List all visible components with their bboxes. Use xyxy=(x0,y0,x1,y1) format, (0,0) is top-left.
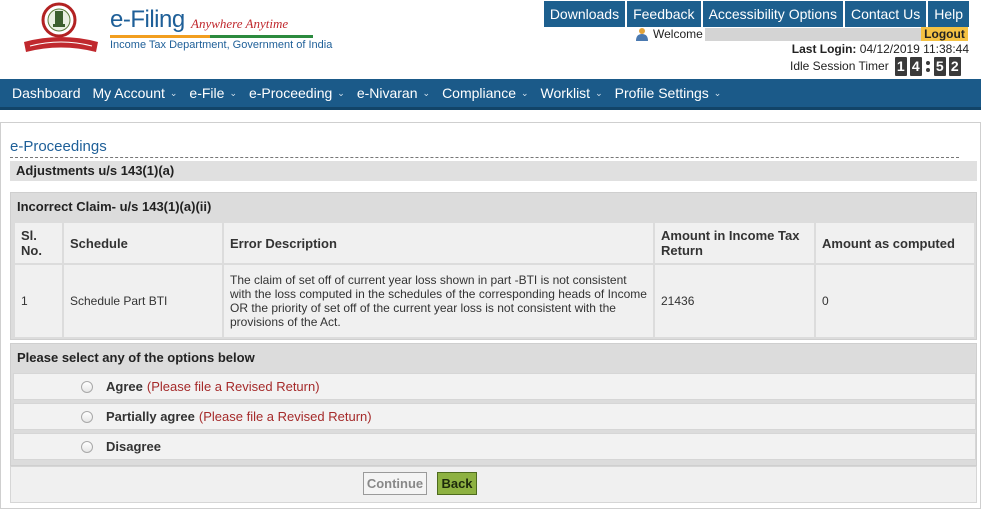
table-header-row: Sl. No. Schedule Error Description Amoun… xyxy=(15,223,974,263)
main-nav: Dashboard My Account ⌄ e-File ⌄ e-Proceedi… xyxy=(0,79,981,110)
column-header-sl-no: Sl. No. xyxy=(15,223,62,263)
incorrect-claim-panel: Incorrect Claim- u/s 143(1)(a)(ii) Sl. N… xyxy=(10,192,977,340)
idle-session-timer: Idle Session Timer 1 4 5 2 xyxy=(790,56,961,76)
brand-underline xyxy=(110,35,313,38)
partially-agree-radio[interactable] xyxy=(81,410,93,423)
timer-digits: 1 4 5 2 xyxy=(894,56,961,76)
back-button[interactable]: Back xyxy=(437,472,477,495)
welcome-row: Welcome xyxy=(635,27,921,41)
nav-label: e-File xyxy=(189,85,225,101)
nav-label: My Account xyxy=(92,85,165,101)
option-partially-agree[interactable]: Partially agree (Please file a Revised R… xyxy=(13,403,976,430)
nav-compliance[interactable]: Compliance ⌄ xyxy=(436,78,534,109)
nav-label: Profile Settings xyxy=(614,85,709,101)
nav-e-proceeding[interactable]: e-Proceeding ⌄ xyxy=(243,78,351,109)
last-login: Last Login: 04/12/2019 11:38:44 xyxy=(792,42,969,56)
chevron-down-icon: ⌄ xyxy=(595,87,603,98)
chevron-down-icon: ⌄ xyxy=(422,87,431,98)
section-title: Adjustments u/s 143(1)(a) xyxy=(10,161,977,181)
timer-digit: 5 xyxy=(933,56,946,76)
cell-schedule: Schedule Part BTI xyxy=(64,265,222,337)
last-login-value: 04/12/2019 11:38:44 xyxy=(859,42,969,56)
column-header-error-description: Error Description xyxy=(224,223,653,263)
page-content: e-Proceedings Adjustments u/s 143(1)(a) … xyxy=(0,122,981,509)
accessibility-options-link[interactable]: Accessibility Options xyxy=(702,1,843,27)
chevron-down-icon: ⌄ xyxy=(169,87,178,98)
brand-title: e-Filing xyxy=(110,6,185,33)
nav-my-account[interactable]: My Account ⌄ xyxy=(87,78,184,109)
chevron-down-icon: ⌄ xyxy=(229,87,237,98)
site-header: e-Filing Anywhere Anytime Income Tax Dep… xyxy=(0,0,981,79)
timer-digit: 4 xyxy=(909,56,922,76)
column-header-amount-computed: Amount as computed xyxy=(816,223,974,263)
column-header-schedule: Schedule xyxy=(64,223,222,263)
chevron-down-icon: ⌄ xyxy=(337,87,345,98)
income-tax-department-emblem-icon[interactable] xyxy=(20,2,102,58)
welcome-label: Welcome xyxy=(653,27,703,41)
cell-amount-computed: 0 xyxy=(816,265,974,337)
nav-label: Worklist xyxy=(540,85,591,101)
claim-title: Incorrect Claim- u/s 143(1)(a)(ii) xyxy=(17,199,212,214)
column-header-amount-itr: Amount in Income Tax Return xyxy=(655,223,814,263)
nav-profile-settings[interactable]: Profile Settings ⌄ xyxy=(609,78,728,109)
table-row: 1 Schedule Part BTI The claim of set off… xyxy=(15,265,974,337)
logout-button[interactable]: Logout xyxy=(921,27,968,41)
response-options-panel: Please select any of the options below A… xyxy=(10,343,977,466)
nav-dashboard[interactable]: Dashboard xyxy=(6,78,87,109)
nav-label: e-Proceeding xyxy=(248,85,333,101)
option-note: (Please file a Revised Return) xyxy=(198,409,372,424)
chevron-down-icon: ⌄ xyxy=(713,87,722,98)
option-disagree[interactable]: Disagree xyxy=(13,433,976,460)
last-login-label: Last Login: xyxy=(791,42,857,56)
timer-digit: 2 xyxy=(948,56,961,76)
help-link[interactable]: Help xyxy=(928,1,969,27)
nav-e-file[interactable]: e-File ⌄ xyxy=(183,78,243,109)
brand-department: Income Tax Department, Government of Ind… xyxy=(110,39,333,51)
chevron-down-icon: ⌄ xyxy=(521,87,529,98)
brand-tagline: Anywhere Anytime xyxy=(191,16,289,31)
nav-worklist[interactable]: Worklist ⌄ xyxy=(535,78,609,109)
nav-label: Dashboard xyxy=(12,85,81,101)
option-label: Partially agree xyxy=(106,409,195,424)
feedback-link[interactable]: Feedback xyxy=(627,1,701,27)
option-agree[interactable]: Agree (Please file a Revised Return) xyxy=(13,373,976,400)
nav-e-nivaran[interactable]: e-Nivaran ⌄ xyxy=(351,78,436,109)
option-label: Disagree xyxy=(106,439,161,454)
idle-timer-label: Idle Session Timer xyxy=(790,59,889,73)
claim-table: Sl. No. Schedule Error Description Amoun… xyxy=(13,221,976,339)
user-icon xyxy=(636,28,648,41)
cell-amount-itr: 21436 xyxy=(655,265,814,337)
disagree-radio[interactable] xyxy=(81,440,93,453)
option-note: (Please file a Revised Return) xyxy=(146,379,320,394)
agree-radio[interactable] xyxy=(81,380,93,393)
cell-sl-no: 1 xyxy=(15,265,62,337)
heading-divider xyxy=(10,157,959,158)
option-label: Agree xyxy=(106,379,143,394)
top-links: Downloads Feedback Accessibility Options… xyxy=(543,1,969,27)
downloads-link[interactable]: Downloads xyxy=(543,1,626,27)
nav-label: Compliance xyxy=(442,85,516,101)
contact-us-link[interactable]: Contact Us xyxy=(844,1,927,27)
nav-label: e-Nivaran xyxy=(356,85,418,101)
continue-button[interactable]: Continue xyxy=(363,472,427,495)
page-title: e-Proceedings xyxy=(10,138,107,155)
form-actions: Continue Back xyxy=(10,466,977,503)
cell-error-description: The claim of set off of current year los… xyxy=(224,265,653,337)
timer-colon xyxy=(925,57,931,76)
options-title: Please select any of the options below xyxy=(17,350,255,365)
redacted-user-name xyxy=(704,27,921,41)
timer-digit: 1 xyxy=(894,56,907,76)
